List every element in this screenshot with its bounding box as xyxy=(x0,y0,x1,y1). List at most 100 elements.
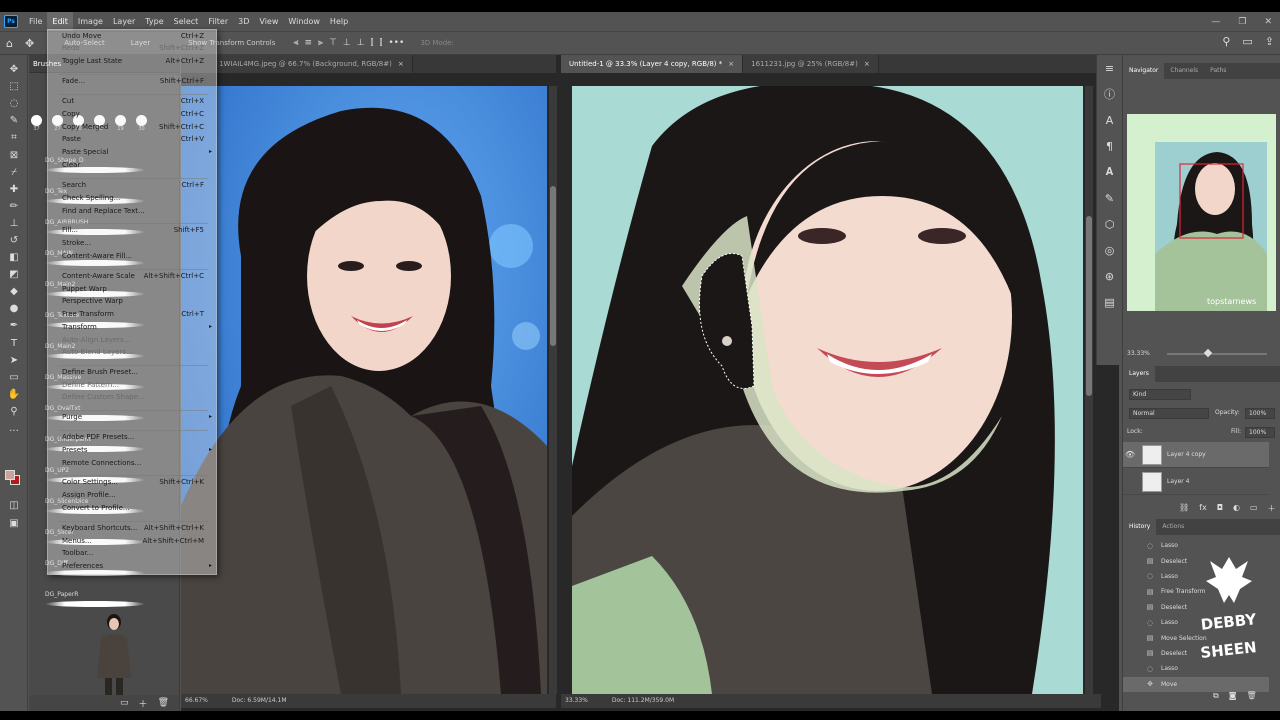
collapse-icon[interactable]: ≡ xyxy=(1097,55,1122,81)
tab-channels[interactable]: Channels xyxy=(1164,63,1204,79)
mask-icon[interactable]: ◘ xyxy=(1217,503,1223,514)
frame-tool-icon[interactable]: ⊠ xyxy=(0,146,28,163)
eyedropper-icon[interactable]: ⌿ xyxy=(0,164,28,181)
align-bottom-icon[interactable]: ⊥ xyxy=(357,38,365,48)
adjustments-icon[interactable]: ◎ xyxy=(1097,237,1122,263)
edit-menu-item-redo[interactable]: Redo Shift+Ctrl+Z xyxy=(48,42,216,54)
align-center-icon[interactable]: ≡ xyxy=(304,38,312,48)
delete-brush-icon[interactable]: 🗑 xyxy=(158,698,169,708)
tab-untitled-1[interactable]: Untitled-1 @ 33.3% (Layer 4 copy, RGB/8)… xyxy=(561,55,744,73)
edit-menu-item-puppet-warp[interactable]: Puppet Warp xyxy=(48,283,216,295)
info-icon[interactable]: ⓘ xyxy=(1097,81,1122,107)
edit-menu-item-preferences[interactable]: Preferences ▸ xyxy=(48,560,216,572)
character-icon[interactable]: A xyxy=(1097,107,1122,133)
pen-tool-icon[interactable]: ✒ xyxy=(0,317,28,334)
align-middle-icon[interactable]: ⊥ xyxy=(343,38,351,48)
edit-menu-item-fade[interactable]: Fade... Shift+Ctrl+F xyxy=(48,75,216,87)
edit-menu-item-stroke[interactable]: Stroke... xyxy=(48,237,216,249)
paragraph-icon[interactable]: ¶ xyxy=(1097,133,1122,159)
navigator-zoom-slider[interactable] xyxy=(1167,348,1267,358)
edit-menu-item-remote-connections[interactable]: Remote Connections... xyxy=(48,457,216,469)
path-select-icon[interactable]: ➤ xyxy=(0,352,28,369)
brush-preset[interactable]: 37 xyxy=(31,115,42,132)
search-icon[interactable]: ⚲ xyxy=(1222,35,1230,48)
adjustment-layer-icon[interactable]: ◐ xyxy=(1233,503,1240,514)
new-group-icon[interactable]: ▭ xyxy=(120,698,129,708)
more-tools-icon[interactable]: … xyxy=(0,420,28,437)
type-tool-icon[interactable]: T xyxy=(0,335,28,352)
edit-menu-item-clear[interactable]: Clear xyxy=(48,159,216,171)
edit-menu-item-free-transform[interactable]: Free Transform Ctrl+T xyxy=(48,308,216,320)
gradient-icon[interactable]: ◩ xyxy=(0,266,28,283)
edit-menu-item-presets[interactable]: Presets ▸ xyxy=(48,444,216,456)
tab-1611231[interactable]: 1611231.jpg @ 25% (RGB/8#) × xyxy=(743,55,879,73)
3d-icon[interactable]: ⬡ xyxy=(1097,211,1122,237)
new-brush-icon[interactable]: ＋ xyxy=(139,697,148,710)
edit-menu-item-transform[interactable]: Transform ▸ xyxy=(48,321,216,333)
workspace-icon[interactable]: ▭ xyxy=(1242,35,1252,48)
glyphs-icon[interactable]: 𝐀 xyxy=(1097,159,1122,185)
move-tool-icon[interactable]: ✥ xyxy=(25,37,34,50)
dodge-icon[interactable]: ● xyxy=(0,300,28,317)
zoom-tool-icon[interactable]: ⚲ xyxy=(0,403,28,420)
blend-mode-select[interactable]: Normal xyxy=(1129,408,1209,419)
edit-menu-item-cut[interactable]: Cut Ctrl+X xyxy=(48,95,216,107)
edit-menu-item-find-and-replace-text[interactable]: Find and Replace Text... xyxy=(48,205,216,217)
close-icon[interactable]: ✕ xyxy=(1264,17,1272,27)
align-top-icon[interactable]: ⊤ xyxy=(329,38,337,48)
navigator-preview[interactable]: topstarnews xyxy=(1127,114,1276,311)
edit-menu-item-check-spelling[interactable]: Check Spelling... xyxy=(48,192,216,204)
edit-menu-item-define-pattern[interactable]: Define Pattern... xyxy=(48,379,216,391)
share-icon[interactable]: ⇪ xyxy=(1265,35,1274,48)
rectangle-tool-icon[interactable]: ▭ xyxy=(0,369,28,386)
properties-icon[interactable]: ▤ xyxy=(1097,289,1122,315)
restore-icon[interactable]: ❐ xyxy=(1238,17,1246,27)
move-tool-icon[interactable]: ✥ xyxy=(0,61,28,78)
layer-row-layer-4[interactable]: Layer 4 xyxy=(1123,469,1269,495)
edit-menu-item-toolbar[interactable]: Toolbar... xyxy=(48,547,216,559)
history-state-row[interactable]: ✥ Move xyxy=(1123,676,1269,692)
edit-menu-item-keyboard-shortcuts[interactable]: Keyboard Shortcuts... Alt+Shift+Ctrl+K xyxy=(48,522,216,534)
brush-settings-icon[interactable]: ✎ xyxy=(1097,185,1122,211)
distribute-icon[interactable]: ⫿ xyxy=(371,38,374,48)
right-canvas-photo[interactable] xyxy=(572,86,1083,694)
quick-select-icon[interactable]: ✎ xyxy=(0,112,28,129)
tab-paths[interactable]: Paths xyxy=(1204,63,1232,79)
edit-menu-item-color-settings[interactable]: Color Settings... Shift+Ctrl+K xyxy=(48,476,216,488)
hand-tool-icon[interactable]: ✋ xyxy=(0,386,28,403)
new-document-from-state-icon[interactable]: ⧉ xyxy=(1213,691,1219,701)
opacity-field[interactable]: 100% xyxy=(1245,408,1275,419)
foreground-color-swatch[interactable] xyxy=(5,470,15,480)
minimize-icon[interactable]: — xyxy=(1211,17,1220,27)
menu-file[interactable]: File xyxy=(24,12,47,31)
styles-icon[interactable]: ⊛ xyxy=(1097,263,1122,289)
quick-mask-icon[interactable]: ◫ xyxy=(0,497,28,514)
edit-menu-item-undo-move[interactable]: Undo Move Ctrl+Z xyxy=(48,30,216,42)
tab-close-icon[interactable]: × xyxy=(398,55,404,73)
fx-icon[interactable]: fx xyxy=(1199,503,1207,514)
edit-menu-item-define-custom-shape[interactable]: Define Custom Shape... xyxy=(48,391,216,403)
healing-brush-icon[interactable]: ✚ xyxy=(0,181,28,198)
edit-menu-item-define-brush-preset[interactable]: Define Brush Preset... xyxy=(48,366,216,378)
edit-menu-item-search[interactable]: Search Ctrl+F xyxy=(48,179,216,191)
tab-history[interactable]: History xyxy=(1123,519,1157,535)
edit-menu-item-content-aware-scale[interactable]: Content-Aware Scale Alt+Shift+Ctrl+C xyxy=(48,270,216,282)
right-vertical-scrollbar[interactable] xyxy=(1085,86,1093,694)
history-state-row[interactable]: ◌ Lasso xyxy=(1123,538,1269,553)
navigator-zoom[interactable]: 33.33% xyxy=(1127,350,1150,357)
tab-layers[interactable]: Layers xyxy=(1123,366,1155,382)
edit-menu-item-auto-align-layers[interactable]: Auto-Align Layers... xyxy=(48,334,216,346)
home-icon[interactable]: ⌂ xyxy=(6,37,13,50)
tab-close-icon[interactable]: × xyxy=(864,55,870,73)
tab-navigator[interactable]: Navigator xyxy=(1123,63,1165,79)
new-layer-icon[interactable]: ＋ xyxy=(1268,503,1276,514)
tab-actions[interactable]: Actions xyxy=(1156,519,1190,535)
edit-menu-item-menus[interactable]: Menus... Alt+Shift+Ctrl+M xyxy=(48,535,216,547)
edit-menu-item-convert-to-profile[interactable]: Convert to Profile... xyxy=(48,502,216,514)
menu-view[interactable]: View xyxy=(254,12,283,31)
eraser-icon[interactable]: ◧ xyxy=(0,249,28,266)
visibility-eye-icon[interactable]: 👁 xyxy=(1123,450,1137,459)
brush-tool-icon[interactable]: ✏ xyxy=(0,198,28,215)
edit-menu-item-paste[interactable]: Paste Ctrl+V xyxy=(48,133,216,145)
screen-mode-icon[interactable]: ▣ xyxy=(0,515,28,532)
